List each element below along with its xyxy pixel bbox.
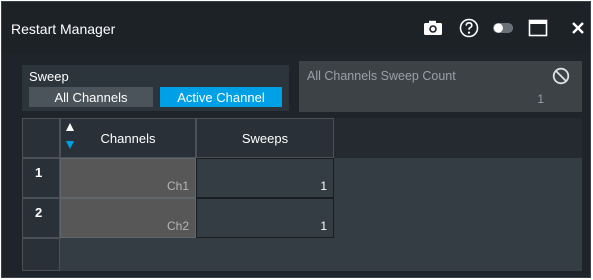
camera-icon[interactable] [422,17,444,39]
table-header-filler [334,118,582,158]
maximize-icon[interactable] [527,17,549,39]
channel-cell: Ch2 [60,198,196,238]
sweeps-column-header[interactable]: Sweeps [196,118,334,158]
channels-table: Channels Sweeps 1 Ch1 1 2 Ch2 1 [22,118,582,271]
sweep-label: Sweep [29,69,69,84]
sweeps-cell[interactable]: 1 [196,198,334,238]
sweeps-cell[interactable]: 1 [196,158,334,198]
restart-manager-window: Restart Manager Sweep All Channels Activ… [1,1,591,278]
toggle-icon[interactable] [492,17,514,39]
close-icon[interactable] [567,17,589,39]
all-channels-option[interactable]: All Channels [29,87,153,107]
disabled-icon [552,67,570,85]
empty-row-number [22,238,60,271]
help-icon[interactable] [458,17,480,39]
active-channel-option[interactable]: Active Channel [160,87,282,107]
sweep-panel: Sweep All Channels Active Channel [22,65,289,111]
channel-cell: Ch1 [60,158,196,198]
window-title: Restart Manager [11,21,116,37]
row-number-header [22,118,60,158]
sort-arrows-icon[interactable] [60,118,96,158]
sweep-count-label: All Channels Sweep Count [307,69,456,83]
row-number: 2 [22,198,60,238]
title-bar: Restart Manager [2,2,590,54]
sweep-count-value: 1 [537,92,544,106]
sweep-count-panel: All Channels Sweep Count 1 [299,61,582,112]
row-number: 1 [22,158,60,198]
